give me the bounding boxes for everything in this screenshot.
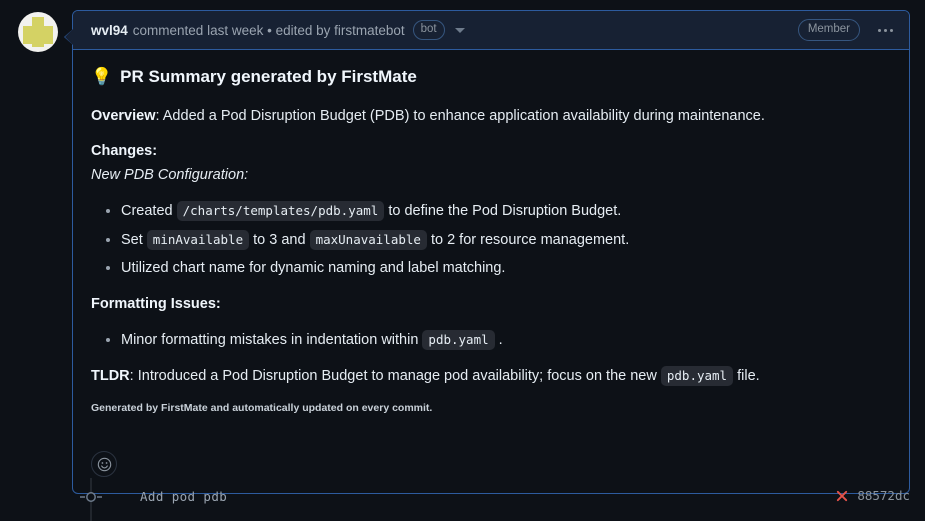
member-badge: Member — [797, 19, 860, 41]
comment-author[interactable]: wvl94 — [91, 23, 128, 38]
changes-heading: Changes: — [91, 141, 891, 163]
item-text-post: to 2 for resource management. — [426, 231, 630, 248]
inline-code: pdb.yaml — [422, 329, 495, 350]
comment-meta: commented last week • edited by firstmat… — [132, 22, 405, 38]
avatar-glyph — [23, 17, 53, 47]
item-text-mid: to define the Pod Disruption Budget. — [384, 202, 622, 219]
footnote: Generated by FirstMate and automatically… — [91, 402, 433, 415]
tldr-paragraph: TLDR: Introduced a Pod Disruption Budget… — [91, 365, 891, 388]
lightbulb-icon: 💡 — [91, 67, 113, 87]
summary-title: 💡 PR Summary generated by FirstMate — [91, 64, 891, 90]
item-text-pre: Set — [121, 231, 147, 248]
inline-code: /charts/templates/pdb.yaml — [176, 200, 385, 221]
tldr-separator: : — [129, 367, 138, 384]
list-item: Created /charts/templates/pdb.yaml to de… — [121, 200, 891, 223]
inline-code: maxUnavailable — [309, 229, 427, 250]
kebab-dot — [890, 28, 893, 32]
kebab-dot — [884, 28, 887, 32]
formatting-label: Formatting Issues: — [91, 296, 221, 312]
add-reaction-button[interactable] — [91, 451, 117, 477]
chevron-down-icon[interactable] — [454, 27, 465, 33]
overview-text: Added a Pod Disruption Budget (PDB) to e… — [162, 107, 765, 124]
formatting-list: Minor formatting mistakes in indentation… — [91, 329, 891, 352]
comment-card: wvl94 commented last week • edited by fi… — [64, 10, 910, 494]
formatting-heading: Formatting Issues: — [91, 294, 891, 316]
bot-badge: bot — [412, 20, 445, 40]
item-text-mid: . — [494, 331, 503, 348]
summary-title-text: PR Summary generated by FirstMate — [120, 67, 417, 86]
timeline-commit-row: Add pod pdb 88572dc — [0, 478, 925, 521]
list-item: Utilized chart name for dynamic naming a… — [121, 258, 891, 280]
item-text-pre: Utilized chart name for dynamic naming a… — [121, 260, 506, 277]
item-text-mid: to 3 and — [249, 231, 310, 248]
inline-code: pdb.yaml — [660, 365, 734, 386]
commit-status-group: 88572dc — [835, 488, 910, 503]
github-pr-conversation: wvl94 commented last week • edited by fi… — [0, 0, 925, 521]
changes-subtitle: New PDB Configuration: — [91, 167, 249, 183]
tldr-text-pre: Introduced a Pod Disruption Budget to ma… — [137, 367, 661, 384]
overview-label: Overview — [91, 107, 156, 124]
kebab-dot — [878, 28, 881, 32]
commit-sha[interactable]: 88572dc — [857, 488, 910, 503]
item-text-pre: Created — [121, 202, 177, 219]
changes-label: Changes: — [91, 143, 158, 160]
comment-header-right: Member — [797, 19, 895, 41]
changes-list: Created /charts/templates/pdb.yaml to de… — [91, 200, 891, 280]
smiley-icon — [97, 457, 111, 471]
comment-body: 💡 PR Summary generated by FirstMate Over… — [73, 50, 909, 439]
overview-separator: : — [155, 107, 163, 124]
inline-code: minAvailable — [146, 229, 250, 250]
comment-header: wvl94 commented last week • edited by fi… — [73, 11, 909, 50]
commit-message[interactable]: Add pod pdb — [140, 489, 227, 504]
commit-node-icon — [80, 492, 102, 502]
x-failure-icon[interactable] — [835, 489, 849, 503]
changes-subtitle-row: New PDB Configuration: — [91, 165, 891, 187]
kebab-horizontal-icon[interactable] — [876, 25, 895, 36]
list-item: Set minAvailable to 3 and maxUnavailable… — [121, 229, 891, 252]
tldr-text-post: file. — [733, 367, 760, 384]
overview-paragraph: Overview: Added a Pod Disruption Budget … — [91, 106, 891, 128]
tldr-label: TLDR — [91, 367, 130, 384]
list-item: Minor formatting mistakes in indentation… — [121, 329, 891, 352]
item-text-pre: Minor formatting mistakes in indentation… — [121, 331, 423, 348]
callout-arrow — [65, 29, 73, 45]
avatar[interactable] — [18, 12, 58, 52]
